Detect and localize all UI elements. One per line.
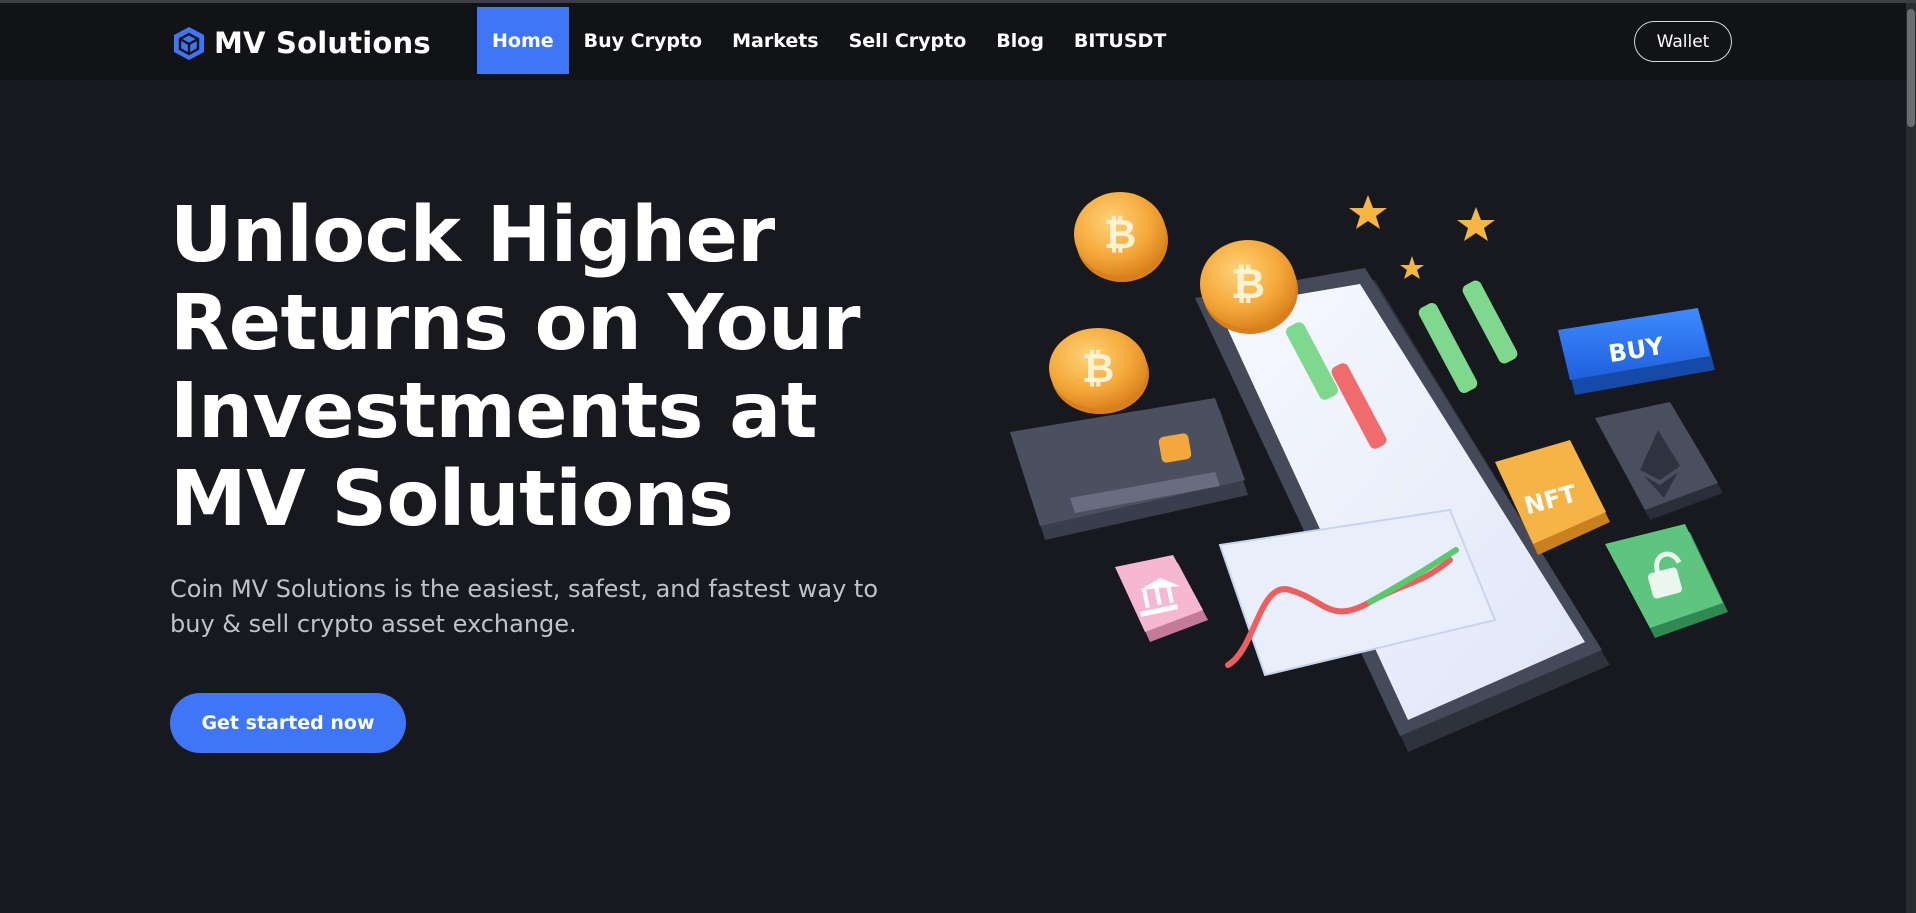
- page-scrollbar[interactable]: [1906, 3, 1916, 913]
- crypto-illustration: ₿ ₿ ₿ BUY NFT: [1010, 192, 1728, 752]
- hero-title-line: Investments at: [170, 367, 818, 456]
- nav-item-blog[interactable]: Blog: [981, 7, 1059, 74]
- hero-subtitle: Coin MV Solutions is the easiest, safest…: [170, 575, 879, 638]
- main-nav: Home Buy Crypto Markets Sell Crypto Blog…: [477, 7, 1181, 74]
- cube-logo-icon: [174, 27, 204, 60]
- brand-name: MV Solutions: [214, 26, 431, 60]
- nav-item-buy-crypto[interactable]: Buy Crypto: [569, 7, 717, 74]
- star-icon: [1349, 195, 1387, 229]
- nav-item-bitusdt[interactable]: BITUSDT: [1059, 7, 1181, 74]
- hero-title-line: Unlock Higher: [170, 191, 775, 280]
- bitcoin-coin-icon: ₿: [1074, 192, 1168, 282]
- nav-item-sell-crypto[interactable]: Sell Crypto: [834, 7, 982, 74]
- wallet-button[interactable]: Wallet: [1634, 21, 1732, 62]
- svg-text:₿: ₿: [1231, 259, 1265, 308]
- buy-tile: BUY: [1558, 308, 1715, 395]
- ethereum-icon: [1595, 402, 1723, 520]
- bitcoin-coin-icon: ₿: [1049, 328, 1149, 414]
- svg-text:₿: ₿: [1104, 212, 1137, 258]
- get-started-button[interactable]: Get started now: [170, 693, 406, 753]
- bank-icon: [1115, 555, 1208, 642]
- hero-title-line: Returns on Your: [170, 279, 860, 368]
- brand[interactable]: MV Solutions: [172, 23, 431, 63]
- credit-card-icon: [1010, 398, 1248, 540]
- svg-text:₿: ₿: [1082, 346, 1115, 392]
- lock-icon: [1605, 524, 1728, 638]
- star-icon: [1400, 256, 1424, 279]
- scrollbar-thumb[interactable]: [1907, 9, 1915, 127]
- hero-title: Unlock Higher Returns on Your Investment…: [170, 192, 890, 544]
- nav-item-markets[interactable]: Markets: [717, 7, 834, 74]
- navbar: MV Solutions Home Buy Crypto Markets Sel…: [0, 3, 1906, 80]
- nav-item-home[interactable]: Home: [477, 7, 569, 74]
- hero-title-line: MV Solutions: [170, 455, 734, 544]
- star-icon: [1457, 207, 1495, 241]
